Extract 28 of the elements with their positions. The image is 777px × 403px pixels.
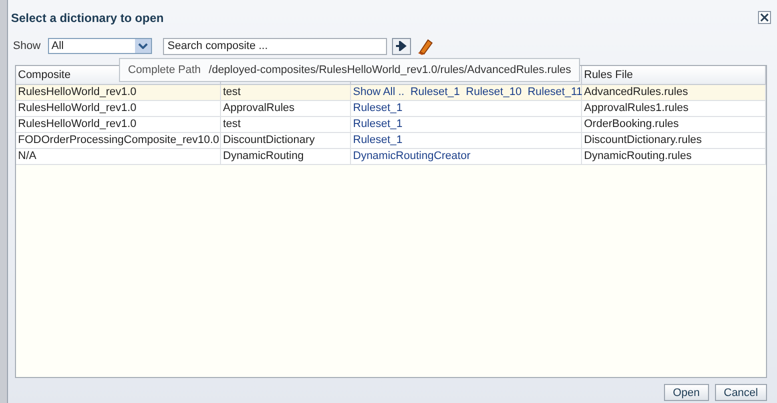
ruleset-link[interactable]: Ruleset_10 — [466, 85, 522, 100]
close-button[interactable] — [758, 11, 771, 24]
dialog-title: Select a dictionary to open — [11, 10, 164, 24]
table-cell: N/A — [16, 149, 221, 165]
ruleset-link[interactable]: DynamicRoutingCreator — [353, 149, 470, 164]
arrow-icon[interactable] — [395, 41, 408, 51]
search-button[interactable] — [392, 38, 411, 54]
cancel-button[interactable]: Cancel — [714, 384, 767, 401]
table-row[interactable]: N/A DynamicRouting DynamicRoutingCreator DynamicRouting.rules — [16, 149, 766, 165]
ruleset-link[interactable]: Show All .. — [353, 85, 404, 100]
table-row[interactable]: FODOrderProcessingComposite_rev10.0 DiscountDictionary Ruleset_1 DiscountDictionary.rules — [16, 133, 766, 149]
ruleset-link[interactable]: Ruleset_1 — [353, 133, 403, 148]
open-button[interactable]: Open — [664, 384, 709, 401]
ruleset-link[interactable]: Ruleset_1 — [353, 101, 403, 116]
column-header[interactable]: Rules File — [582, 66, 766, 85]
table-row[interactable]: RulesHelloWorld_rev1.0 test Ruleset_1 OrderBooking.rules — [16, 117, 766, 133]
ruleset-link[interactable]: Ruleset_1 — [353, 117, 403, 132]
eraser-icon[interactable] — [416, 37, 434, 55]
search-field[interactable]: Search composite ... — [162, 38, 387, 54]
ruleset-link[interactable]: Ruleset_1 — [410, 85, 460, 100]
show-label: Show — [13, 40, 41, 52]
table-row[interactable]: RulesHelloWorld_rev1.0 ApprovalRules Ruleset_1 ApprovalRules1.rules — [16, 101, 766, 117]
table-row[interactable]: RulesHelloWorld_rev1.0 test Show All .. Ruleset_1 Ruleset_10 Ruleset_11AdvancedRules.rules — [16, 85, 766, 101]
tooltip-label: Complete Path — [128, 64, 201, 76]
show-dropdown[interactable]: All — [48, 38, 152, 54]
table-cell: DynamicRouting.rules — [582, 149, 766, 165]
table-cell: DynamicRouting — [221, 149, 351, 165]
ruleset-link[interactable]: Ruleset_11 — [528, 85, 582, 100]
